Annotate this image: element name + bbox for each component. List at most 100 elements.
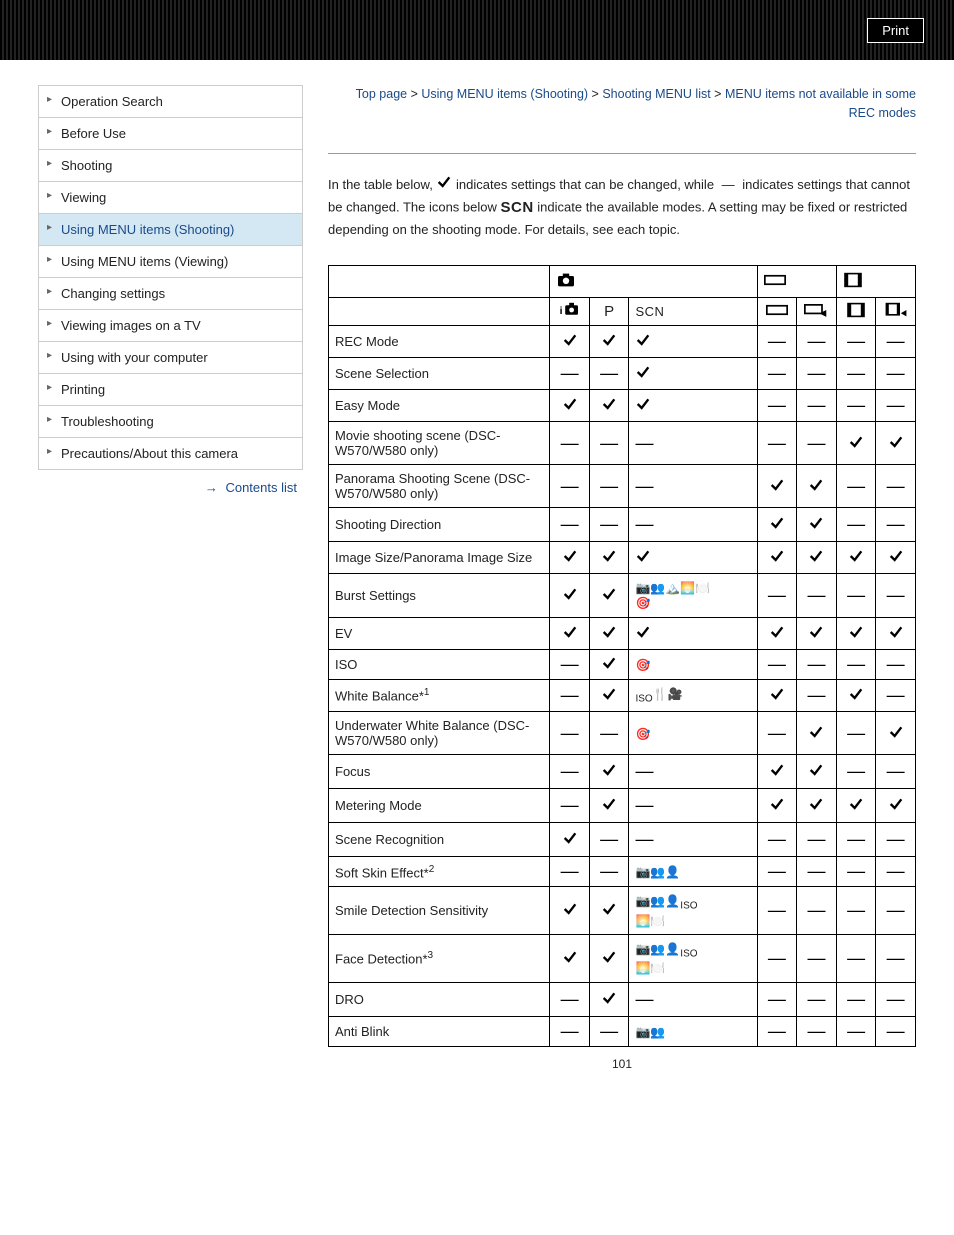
cell: —	[836, 649, 876, 679]
cell	[589, 982, 629, 1016]
sidebar-item[interactable]: Operation Search	[39, 86, 302, 118]
cell: —	[550, 508, 590, 542]
cell	[797, 755, 837, 789]
table-row: Soft Skin Effect*2——📷👥👤————	[329, 857, 916, 887]
intro-part: indicates settings that can be changed, …	[456, 176, 718, 191]
cell: —	[550, 982, 590, 1016]
cell: —	[797, 390, 837, 422]
content-area: Top page > Using MENU items (Shooting) >…	[328, 85, 916, 1071]
cell: —	[836, 712, 876, 755]
cell: —	[550, 679, 590, 711]
cell: —	[550, 1016, 590, 1046]
sidebar-item[interactable]: Troubleshooting	[39, 406, 302, 438]
cell: —	[757, 390, 797, 422]
breadcrumb-item[interactable]: Using MENU items (Shooting)	[421, 87, 588, 101]
movie-plus-icon	[884, 302, 908, 318]
cell: —	[836, 465, 876, 508]
cell: —	[589, 465, 629, 508]
cell	[797, 712, 837, 755]
print-button[interactable]: Print	[867, 18, 924, 43]
sidebar-item[interactable]: Viewing	[39, 182, 302, 214]
row-label: EV	[329, 617, 550, 649]
cell: —	[629, 465, 757, 508]
contents-list-link[interactable]: → Contents list	[38, 470, 303, 505]
cell: —	[876, 465, 916, 508]
cell	[589, 755, 629, 789]
cell: —	[876, 679, 916, 711]
breadcrumb-item[interactable]: Shooting MENU list	[602, 87, 710, 101]
cell	[836, 789, 876, 823]
cell: —	[589, 1016, 629, 1046]
cell: —	[797, 823, 837, 857]
cell: —	[629, 789, 757, 823]
cell: —	[797, 679, 837, 711]
cell	[797, 542, 837, 574]
row-label: Metering Mode	[329, 789, 550, 823]
cell	[589, 326, 629, 358]
cell: —	[629, 755, 757, 789]
cell: —	[589, 422, 629, 465]
cell: —	[876, 887, 916, 935]
cell	[589, 617, 629, 649]
cell: —	[876, 390, 916, 422]
breadcrumb-sep: >	[588, 87, 602, 101]
cell: —	[757, 712, 797, 755]
cell	[589, 390, 629, 422]
sidebar-item[interactable]: Changing settings	[39, 278, 302, 310]
header-empty	[329, 298, 550, 326]
cell: —	[836, 887, 876, 935]
cell	[757, 508, 797, 542]
contents-list-label[interactable]: Contents list	[225, 480, 297, 495]
breadcrumb-current: MENU items not available in some REC mod…	[725, 87, 916, 120]
table-row: EV	[329, 617, 916, 649]
cell	[629, 390, 757, 422]
cell	[836, 542, 876, 574]
table-row: REC Mode————	[329, 326, 916, 358]
cell: —	[836, 390, 876, 422]
cell	[589, 887, 629, 935]
cell: —	[757, 823, 797, 857]
cell: —	[876, 755, 916, 789]
cell: —	[797, 326, 837, 358]
row-label: Scene Recognition	[329, 823, 550, 857]
cell: —	[550, 789, 590, 823]
sidebar-item[interactable]: Before Use	[39, 118, 302, 150]
cell: —	[757, 935, 797, 983]
movie-icon	[846, 302, 866, 318]
camera-icon	[556, 272, 576, 288]
cell: 🎯	[629, 649, 757, 679]
sidebar-item[interactable]: Printing	[39, 374, 302, 406]
table-row: ISO—🎯————	[329, 649, 916, 679]
svg-text:i: i	[559, 306, 562, 317]
cell: —	[876, 823, 916, 857]
sidebar-item[interactable]: Using with your computer	[39, 342, 302, 374]
sidebar-item[interactable]: Precautions/About this camera	[39, 438, 302, 470]
table-row: Panorama Shooting Scene (DSC-W570/W580 o…	[329, 465, 916, 508]
sidebar-item[interactable]: Viewing images on a TV	[39, 310, 302, 342]
cell	[797, 617, 837, 649]
cell: —	[876, 982, 916, 1016]
header-bar: Print	[0, 0, 954, 60]
panorama-icon	[764, 273, 786, 287]
cell: —	[797, 422, 837, 465]
sidebar-item[interactable]: Shooting	[39, 150, 302, 182]
row-label: REC Mode	[329, 326, 550, 358]
camera-group-header	[550, 266, 757, 298]
row-label: Panorama Shooting Scene (DSC-W570/W580 o…	[329, 465, 550, 508]
cell	[757, 789, 797, 823]
cell: —	[876, 857, 916, 887]
table-row: Underwater White Balance (DSC-W570/W580 …	[329, 712, 916, 755]
cell: —	[757, 358, 797, 390]
cell	[876, 542, 916, 574]
row-label: Anti Blink	[329, 1016, 550, 1046]
sidebar-item[interactable]: Using MENU items (Shooting)	[39, 214, 302, 246]
breadcrumb-item[interactable]: Top page	[356, 87, 407, 101]
cell: —	[836, 823, 876, 857]
cell	[589, 649, 629, 679]
sidebar-item[interactable]: Using MENU items (Viewing)	[39, 246, 302, 278]
table-row: Metering Mode——	[329, 789, 916, 823]
cell: —	[797, 857, 837, 887]
cell: —	[757, 649, 797, 679]
cell	[550, 935, 590, 983]
cell	[757, 617, 797, 649]
